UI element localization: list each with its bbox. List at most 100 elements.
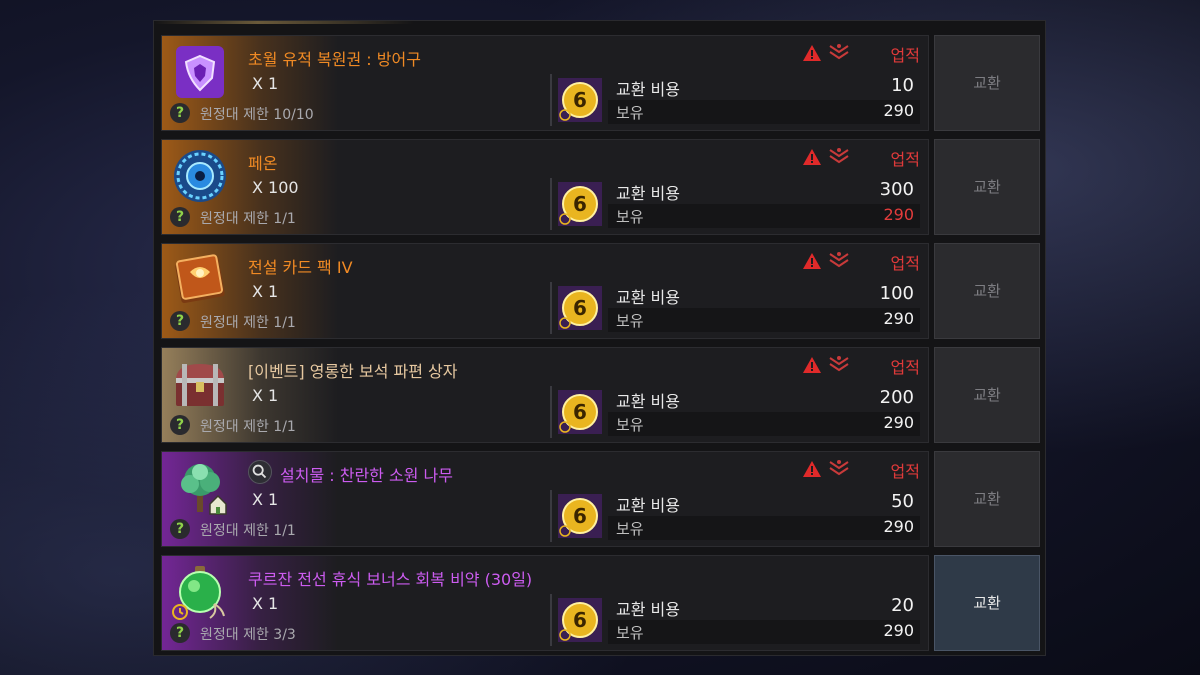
cost-label: 교환 비용: [616, 288, 680, 307]
warning-icon[interactable]: [802, 460, 822, 478]
shop-row-body: 설치물 : 찬란한 소원 나무 X 1 ? 원정대 제한 1/1 업적 6 교환…: [161, 451, 929, 547]
owned-row: 보유 290: [608, 412, 920, 436]
divider: [550, 594, 552, 646]
shop-row: 페온 X 100 ? 원정대 제한 1/1 업적 6 교환 비용 300 보유 …: [161, 139, 1040, 235]
currency-coin-icon: 6: [558, 182, 602, 226]
rank-chevron-icon[interactable]: [828, 458, 850, 478]
owned-value: 290: [883, 621, 914, 640]
svg-text:6: 6: [573, 608, 587, 632]
rank-chevron-icon[interactable]: [828, 146, 850, 166]
help-icon[interactable]: ?: [170, 207, 190, 227]
item-name: 쿠르잔 전선 휴식 보너스 회복 비약 (30일): [248, 570, 533, 589]
wish-tree-icon: [181, 464, 227, 515]
owned-label: 보유: [616, 104, 644, 122]
cost-label: 교환 비용: [616, 600, 680, 619]
owned-row: 보유 290: [608, 308, 920, 332]
owned-label: 보유: [616, 520, 644, 538]
item-name: 설치물 : 찬란한 소원 나무: [280, 466, 453, 485]
exchange-button-active[interactable]: 교환: [934, 555, 1040, 651]
cost-row: 교환 비용 300: [608, 178, 920, 204]
shop-row: 전설 카드 팩 IV X 1 ? 원정대 제한 1/1 업적 6 교환 비용 1…: [161, 243, 1040, 339]
owned-label: 보유: [616, 416, 644, 434]
item-name: 초월 유적 복원권 : 방어구: [248, 50, 421, 69]
item-quantity: X 1: [252, 386, 279, 405]
svg-text:6: 6: [573, 504, 587, 528]
currency-coin-icon: 6: [558, 494, 602, 538]
cost-value: 100: [879, 283, 914, 304]
warning-icon[interactable]: [802, 44, 822, 62]
svg-text:6: 6: [573, 296, 587, 320]
shop-row: 설치물 : 찬란한 소원 나무 X 1 ? 원정대 제한 1/1 업적 6 교환…: [161, 451, 1040, 547]
achievement-label: 업적: [890, 358, 920, 377]
panel-top-accent: [154, 21, 414, 24]
exchange-button[interactable]: 교환: [934, 347, 1040, 443]
help-icon[interactable]: ?: [170, 623, 190, 643]
expedition-limit: 원정대 제한 10/10: [200, 107, 314, 123]
help-icon[interactable]: ?: [170, 415, 190, 435]
expedition-limit: 원정대 제한 1/1: [200, 211, 296, 227]
achievement-label: 업적: [890, 150, 920, 169]
shop-row: [이벤트] 영롱한 보석 파편 상자 X 1 ? 원정대 제한 1/1 업적 6…: [161, 347, 1040, 443]
owned-label: 보유: [616, 312, 644, 330]
cost-row: 교환 비용 20: [608, 594, 920, 620]
achievement-label: 업적: [890, 46, 920, 65]
item-preview-search-button[interactable]: [248, 460, 272, 484]
search-icon: [252, 464, 267, 479]
rank-chevron-icon[interactable]: [828, 42, 850, 62]
shop-row-body: 쿠르잔 전선 휴식 보너스 회복 비약 (30일) X 1 ? 원정대 제한 3…: [161, 555, 929, 651]
item-quantity: X 1: [252, 594, 279, 613]
exchange-button[interactable]: 교환: [934, 139, 1040, 235]
item-quantity: X 1: [252, 282, 279, 301]
exchange-button[interactable]: 교환: [934, 451, 1040, 547]
shop-row: 쿠르잔 전선 휴식 보너스 회복 비약 (30일) X 1 ? 원정대 제한 3…: [161, 555, 1040, 651]
cost-value: 200: [879, 387, 914, 408]
owned-row: 보유 290: [608, 204, 920, 228]
item-quantity: X 1: [252, 74, 279, 93]
divider: [550, 386, 552, 438]
divider: [550, 74, 552, 126]
divider: [550, 282, 552, 334]
svg-text:6: 6: [573, 400, 587, 424]
blue-orb-icon: [174, 150, 226, 202]
warning-icon[interactable]: [802, 356, 822, 374]
shop-row: 초월 유적 복원권 : 방어구 X 1 ? 원정대 제한 10/10 업적 6 …: [161, 35, 1040, 131]
cost-value: 50: [891, 491, 914, 512]
achievement-label: 업적: [890, 254, 920, 273]
currency-coin-icon: 6: [558, 598, 602, 642]
warning-icon[interactable]: [802, 252, 822, 270]
card-pack-icon: [175, 254, 225, 304]
divider: [550, 490, 552, 542]
item-name: 전설 카드 팩 IV: [248, 258, 353, 277]
purple-shield-scroll-icon: [176, 46, 224, 98]
exchange-button[interactable]: 교환: [934, 35, 1040, 131]
shop-row-body: 전설 카드 팩 IV X 1 ? 원정대 제한 1/1 업적 6 교환 비용 1…: [161, 243, 929, 339]
rank-chevron-icon[interactable]: [828, 250, 850, 270]
help-icon[interactable]: ?: [170, 103, 190, 123]
expedition-limit: 원정대 제한 1/1: [200, 523, 296, 539]
cost-label: 교환 비용: [616, 80, 680, 99]
cost-row: 교환 비용 10: [608, 74, 920, 100]
owned-row: 보유 290: [608, 620, 920, 644]
owned-row: 보유 290: [608, 100, 920, 124]
treasure-chest-icon: [176, 364, 224, 406]
item-name: [이벤트] 영롱한 보석 파편 상자: [248, 362, 458, 381]
help-icon[interactable]: ?: [170, 519, 190, 539]
owned-value: 290: [883, 309, 914, 328]
rank-chevron-icon[interactable]: [828, 354, 850, 374]
achievement-label: 업적: [890, 462, 920, 481]
divider: [550, 178, 552, 230]
cost-value: 300: [879, 179, 914, 200]
exchange-shop-panel: 초월 유적 복원권 : 방어구 X 1 ? 원정대 제한 10/10 업적 6 …: [153, 20, 1046, 656]
currency-coin-icon: 6: [558, 390, 602, 434]
owned-value-insufficient: 290: [883, 205, 914, 224]
help-icon[interactable]: ?: [170, 311, 190, 331]
expedition-limit: 원정대 제한 1/1: [200, 315, 296, 331]
svg-text:6: 6: [573, 88, 587, 112]
owned-value: 290: [883, 413, 914, 432]
cost-value: 10: [891, 75, 914, 96]
exchange-button[interactable]: 교환: [934, 243, 1040, 339]
warning-icon[interactable]: [802, 148, 822, 166]
svg-text:6: 6: [573, 192, 587, 216]
item-name: 페온: [248, 154, 278, 173]
expedition-limit: 원정대 제한 3/3: [200, 627, 296, 643]
